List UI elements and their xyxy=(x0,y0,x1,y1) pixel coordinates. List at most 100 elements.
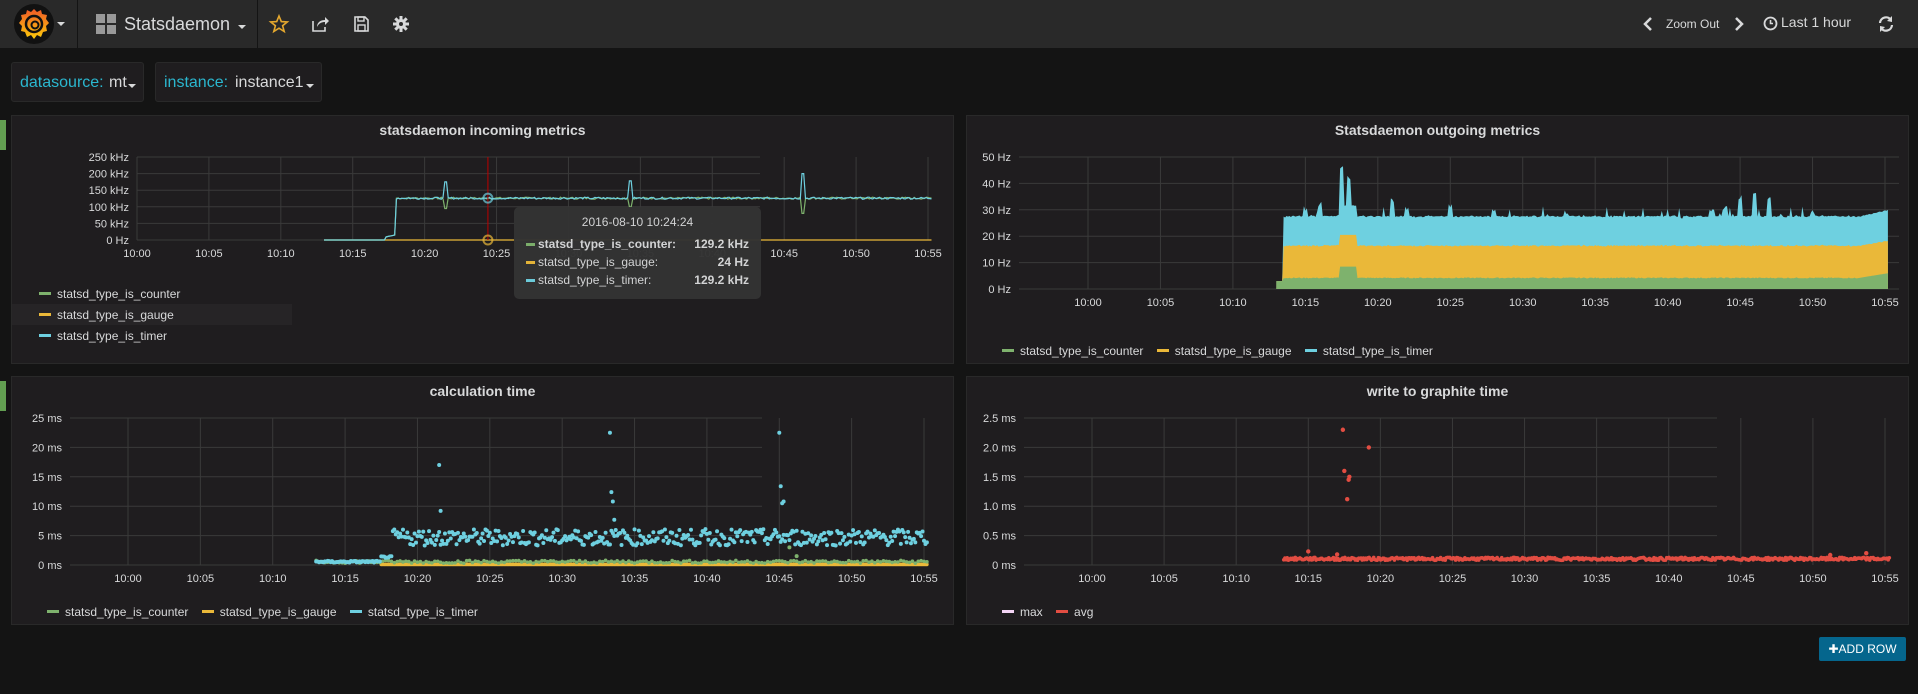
zoom-out-button[interactable]: Zoom Out xyxy=(1666,17,1719,31)
data-point-timer xyxy=(893,534,898,539)
x-tick-label: 10:20 xyxy=(404,573,432,585)
data-point-timer xyxy=(765,542,770,547)
y-tick-label: 100 kHz xyxy=(89,202,129,214)
clock-icon xyxy=(1763,16,1778,31)
y-tick-label: 40 Hz xyxy=(982,178,1011,190)
y-tick-label: 1.5 ms xyxy=(983,472,1017,484)
legend-item-timer[interactable]: statsd_type_is_timer xyxy=(12,325,292,346)
data-point-timer xyxy=(787,538,792,543)
variable-instance[interactable]: instance: instance1 xyxy=(155,62,322,102)
data-point-timer xyxy=(506,538,511,543)
write-to-graphite-chart[interactable]: 0 ms 0.5 ms 1.0 ms 1.5 ms 2.0 ms 2.5 ms 10:00 1… xyxy=(967,377,1910,626)
star-icon[interactable] xyxy=(268,13,290,35)
data-point-timer xyxy=(697,540,702,545)
legend-item-timer[interactable]: statsd_type_is_timer xyxy=(349,605,478,619)
grafana-menu-button[interactable] xyxy=(0,0,78,49)
y-tick-label: 0 ms xyxy=(992,560,1016,572)
data-point-timer xyxy=(859,534,864,539)
chevron-right-icon[interactable] xyxy=(1733,15,1745,33)
legend-label: statsd_type_is_timer xyxy=(1322,343,1433,358)
data-point-timer xyxy=(703,527,708,532)
share-icon[interactable] xyxy=(309,13,331,35)
legend-label: statsd_type_is_gauge xyxy=(219,604,337,619)
chevron-left-icon[interactable] xyxy=(1642,15,1654,33)
gear-icon[interactable] xyxy=(390,13,412,35)
y-tick-label: 5 ms xyxy=(38,531,62,543)
data-point-timer xyxy=(829,530,834,535)
data-point-timer xyxy=(505,541,510,546)
data-point-counter xyxy=(467,558,472,563)
y-tick-label: 20 ms xyxy=(32,442,62,454)
legend-item-gauge[interactable]: statsd_type_is_gauge xyxy=(12,304,292,325)
data-point-timer xyxy=(813,533,818,538)
data-point-timer xyxy=(911,536,916,541)
data-point-avg xyxy=(1334,552,1340,557)
data-point-timer xyxy=(400,527,405,532)
chevron-down-icon xyxy=(57,22,65,26)
dashboard-picker[interactable]: Statsdaemon xyxy=(80,0,258,49)
data-point-timer xyxy=(448,536,453,541)
data-point-timer xyxy=(419,534,424,539)
legend-label: statsd_type_is_counter xyxy=(1020,343,1144,358)
legend-swatch xyxy=(39,292,51,295)
x-tick-label: 10:30 xyxy=(548,573,576,585)
data-point-timer xyxy=(482,538,487,543)
legend-item-counter[interactable]: statsd_type_is_counter xyxy=(1002,344,1143,358)
tooltip-series-value: 129.2 kHz xyxy=(694,237,749,251)
data-point-timer xyxy=(510,540,515,545)
panel-calculation-time[interactable]: calculation time 0 ms 5 ms 10 ms 15 ms 20 ms… xyxy=(11,376,954,625)
data-point-counter xyxy=(687,558,692,563)
data-point-timer xyxy=(749,529,754,534)
legend-item-gauge[interactable]: statsd_type_is_gauge xyxy=(201,604,337,619)
row-collapse-handle[interactable] xyxy=(0,120,6,150)
time-picker-button[interactable]: Last 1 hour xyxy=(1763,0,1863,49)
x-tick-label: 10:20 xyxy=(411,248,439,260)
legend-item-timer[interactable]: statsd_type_is_timer xyxy=(1304,343,1433,358)
data-point-timer xyxy=(427,529,432,534)
variable-datasource[interactable]: datasource: mt xyxy=(11,62,144,102)
calculation-time-chart[interactable]: 0 ms 5 ms 10 ms 15 ms 20 ms 25 ms 10:00 10:05 10… xyxy=(12,377,955,626)
data-point-timer xyxy=(535,543,540,548)
legend-item-counter[interactable]: statsd_type_is_counter xyxy=(12,283,292,304)
data-point-timer xyxy=(619,542,624,547)
legend-swatch xyxy=(1304,349,1317,352)
legend-item-avg[interactable]: avg xyxy=(1056,605,1093,619)
row-collapse-handle[interactable] xyxy=(0,381,6,411)
outgoing-metrics-chart[interactable]: 0 Hz 10 Hz 20 Hz 30 Hz 40 Hz 50 Hz 10:00 10:05 1… xyxy=(967,116,1910,365)
data-point-timer xyxy=(414,540,419,545)
data-point-timer xyxy=(609,490,614,495)
variable-label: instance: xyxy=(164,74,229,91)
legend-label: statsd_type_is_counter xyxy=(57,286,181,301)
data-point-timer xyxy=(438,508,443,513)
data-point-timer xyxy=(409,537,414,542)
data-point-timer xyxy=(851,528,856,533)
data-point-timer xyxy=(729,527,734,532)
x-tick-label: 10:00 xyxy=(1078,573,1106,585)
data-point-timer xyxy=(434,538,439,543)
data-point-timer xyxy=(425,541,430,546)
legend-item-max[interactable]: max xyxy=(1002,605,1043,619)
data-point-timer xyxy=(901,530,906,535)
top-navbar: Statsdaemon Zoom Out Last 1 hour xyxy=(0,0,1918,49)
panel-incoming-metrics[interactable]: statsdaemon incoming metrics 0 Hz 50 kHz 1… xyxy=(11,115,954,364)
legend-item-gauge[interactable]: statsd_type_is_gauge xyxy=(1156,344,1292,358)
panel-outgoing-metrics[interactable]: Statsdaemon outgoing metrics 0 Hz 10 Hz 20… xyxy=(966,115,1909,364)
panel-write-to-graphite-time[interactable]: write to graphite time 0 ms 0.5 ms 1.0 ms 1… xyxy=(966,376,1909,625)
data-point-timer xyxy=(607,430,612,435)
data-point-timer xyxy=(655,536,660,541)
legend-label: max xyxy=(1020,604,1043,619)
add-row-button[interactable]: ✚ADD ROW xyxy=(1819,637,1906,661)
data-point-timer xyxy=(487,530,492,535)
data-point-timer xyxy=(500,543,505,548)
legend-item-counter[interactable]: statsd_type_is_counter xyxy=(47,605,188,619)
x-tick-label: 10:50 xyxy=(838,573,866,585)
data-point-avg xyxy=(1347,474,1352,479)
data-point-timer xyxy=(699,533,704,538)
legend-swatch xyxy=(201,610,214,613)
data-point-timer xyxy=(717,543,722,548)
chevron-down-icon xyxy=(128,84,136,88)
data-point-timer xyxy=(612,517,617,522)
save-icon[interactable] xyxy=(350,13,372,35)
x-tick-label: 10:45 xyxy=(770,248,798,260)
refresh-icon[interactable] xyxy=(1877,15,1895,33)
